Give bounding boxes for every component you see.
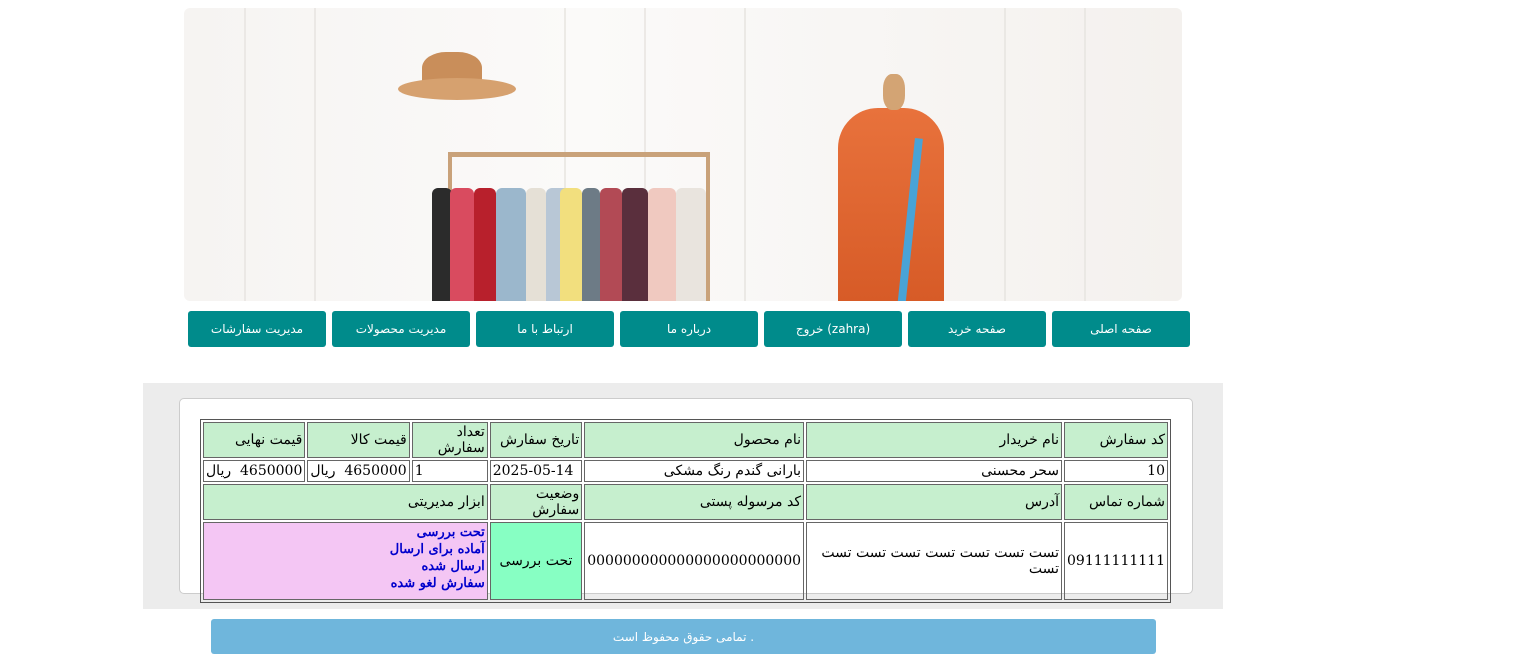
header-order-date: تاریخ سفارش (489, 422, 583, 458)
set-status-shipped-link[interactable]: ارسال شده (206, 558, 484, 575)
header-order-status: وضعیت سفارش (489, 484, 583, 520)
address-cell: تست تست تست تست تست تست تست تست (806, 522, 1063, 600)
unit-price-cell: 4650000 ریال (307, 460, 410, 482)
nav-contact-button[interactable]: ارتباط با ما (476, 311, 614, 347)
table-detail-row: 09111111111 تست تست تست تست تست تست تست … (203, 522, 1168, 600)
header-address: آدرس (806, 484, 1063, 520)
nav-manage-orders-button[interactable]: مدیریت سفارشات (188, 311, 326, 347)
header-unit-price: قیمت کالا (307, 422, 410, 458)
table-header-row-2: شماره تماس آدرس کد مرسوله پستی وضعیت سفا… (203, 484, 1168, 520)
admin-tools-cell: تحت بررسی آماده برای ارسال ارسال شده سفا… (203, 522, 488, 600)
header-phone: شماره تماس (1064, 484, 1168, 520)
nav-shop-button[interactable]: صفحه خرید (908, 311, 1046, 347)
clothing-store-banner-image (184, 8, 1182, 301)
footer-copyright: تمامی حقوق محفوظ است . (211, 619, 1156, 654)
order-date-cell: 2025-05-14 (489, 460, 583, 482)
set-status-cancelled-link[interactable]: سفارش لغو شده (206, 575, 485, 592)
postal-code-cell: 000000000000000000000000 (584, 522, 805, 600)
buyer-name-cell: سحر محسنی (806, 460, 1063, 482)
orders-table: کد سفارش نام خریدار نام محصول تاریخ سفار… (200, 419, 1171, 603)
nav-logout-button[interactable]: خروج (zahra) (764, 311, 902, 347)
table-row: 10 سحر محسنی بارانی گندم رنگ مشکی 2025-0… (203, 460, 1168, 482)
header-postal-code: کد مرسوله پستی (584, 484, 805, 520)
main-nav: صفحه اصلی صفحه خرید خروج (zahra) درباره … (188, 311, 1190, 347)
nav-manage-products-button[interactable]: مدیریت محصولات (332, 311, 470, 347)
nav-home-button[interactable]: صفحه اصلی (1052, 311, 1190, 347)
set-status-under-review-link[interactable]: تحت بررسی (206, 524, 485, 541)
set-status-ready-to-ship-link[interactable]: آماده برای ارسال (206, 541, 485, 558)
header-buyer-name: نام خریدار (806, 422, 1063, 458)
nav-about-button[interactable]: درباره ما (620, 311, 758, 347)
quantity-cell: 1 (411, 460, 488, 482)
final-price-cell: 4650000 ریال (203, 460, 306, 482)
header-admin-tools: ابزار مدیریتی (203, 484, 488, 520)
order-status-cell: تحت بررسی (489, 522, 583, 600)
product-name-cell: بارانی گندم رنگ مشکی (584, 460, 805, 482)
table-header-row: کد سفارش نام خریدار نام محصول تاریخ سفار… (203, 422, 1168, 458)
header-quantity: تعداد سفارش (411, 422, 488, 458)
header-product-name: نام محصول (584, 422, 805, 458)
header-final-price: قیمت نهایی (203, 422, 306, 458)
header-order-code: کد سفارش (1064, 422, 1168, 458)
order-code-cell: 10 (1064, 460, 1168, 482)
phone-cell: 09111111111 (1064, 522, 1168, 600)
